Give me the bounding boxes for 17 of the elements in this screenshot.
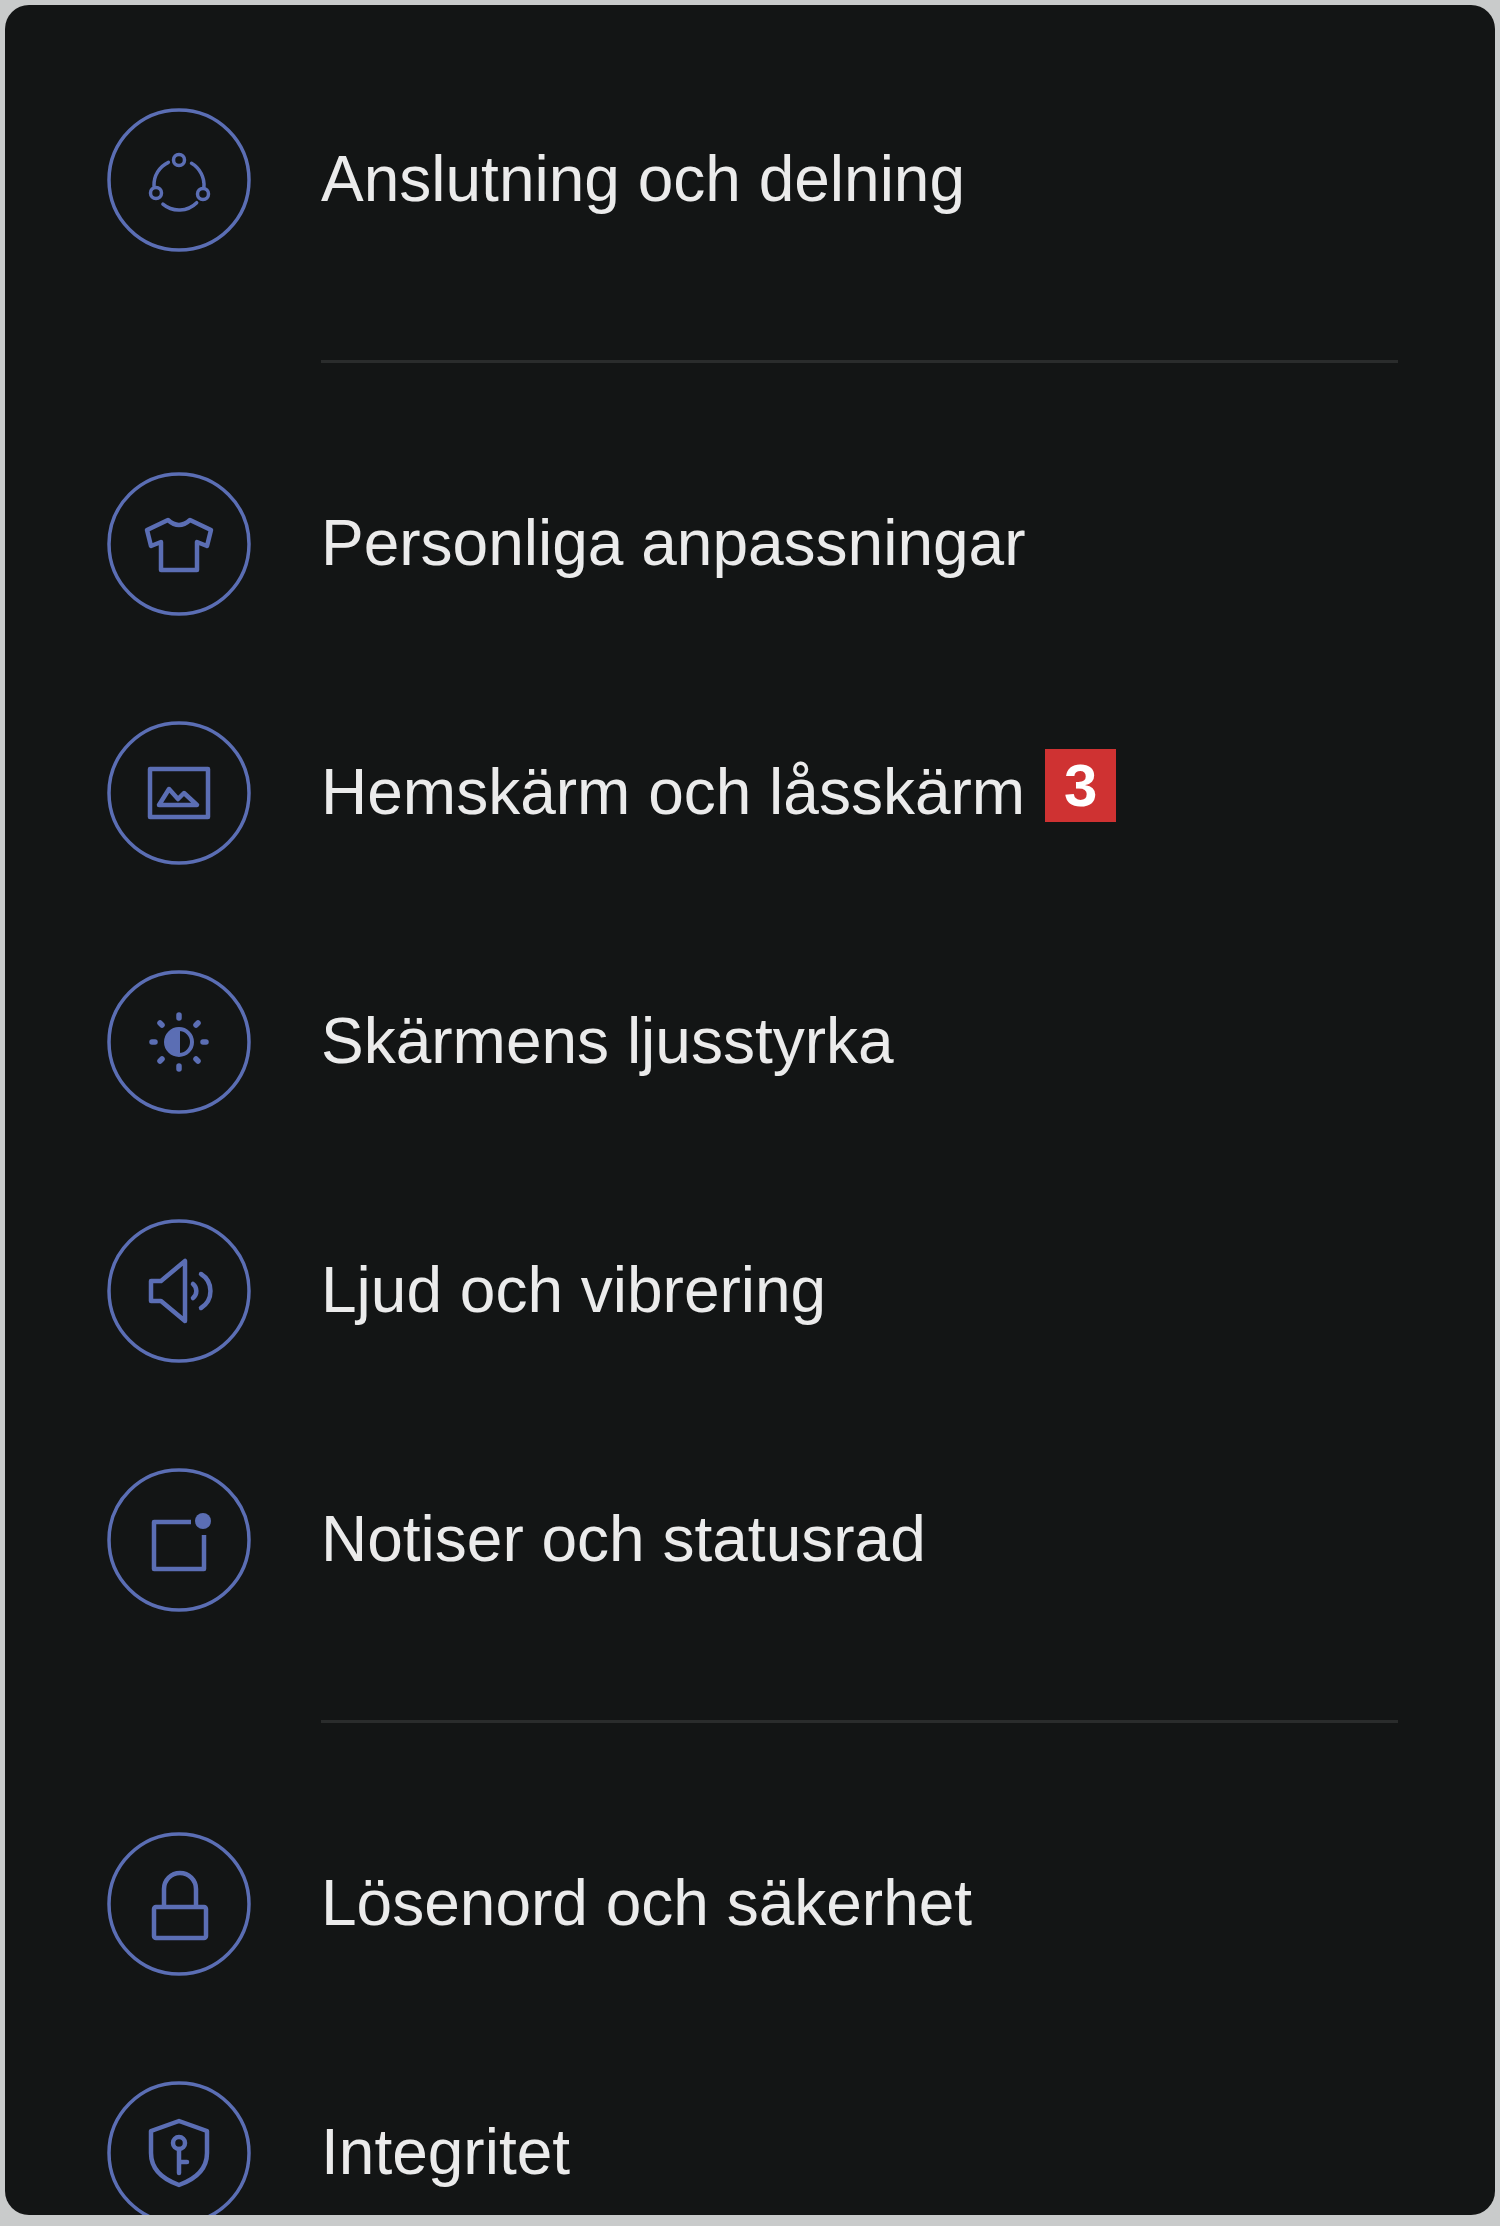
brightness-icon <box>107 969 251 1114</box>
settings-item[interactable]: Skärmens ljusstyrka <box>321 1003 894 1080</box>
connected-dots-icon <box>107 107 251 252</box>
square-dot-icon <box>107 1467 251 1612</box>
speaker-icon <box>107 1218 251 1363</box>
settings-item[interactable]: Lösenord och säkerhet <box>321 1865 973 1942</box>
picture-icon <box>107 720 251 865</box>
settings-item[interactable]: Personliga anpassningar <box>321 505 1026 582</box>
t-shirt-icon <box>107 471 251 616</box>
settings-item[interactable]: Notiser och statusrad <box>321 1501 926 1578</box>
settings-item[interactable]: Ljud och vibrering <box>321 1252 827 1329</box>
shield-key-icon <box>107 2080 251 2215</box>
settings-item[interactable]: Hemskärm och låsskärm <box>321 754 1026 831</box>
settings-item[interactable]: Anslutning och delning <box>321 141 966 218</box>
settings-item[interactable]: Integritet <box>321 2114 571 2191</box>
number-marker: 3 <box>1045 749 1117 822</box>
padlock-icon <box>107 1831 251 1976</box>
